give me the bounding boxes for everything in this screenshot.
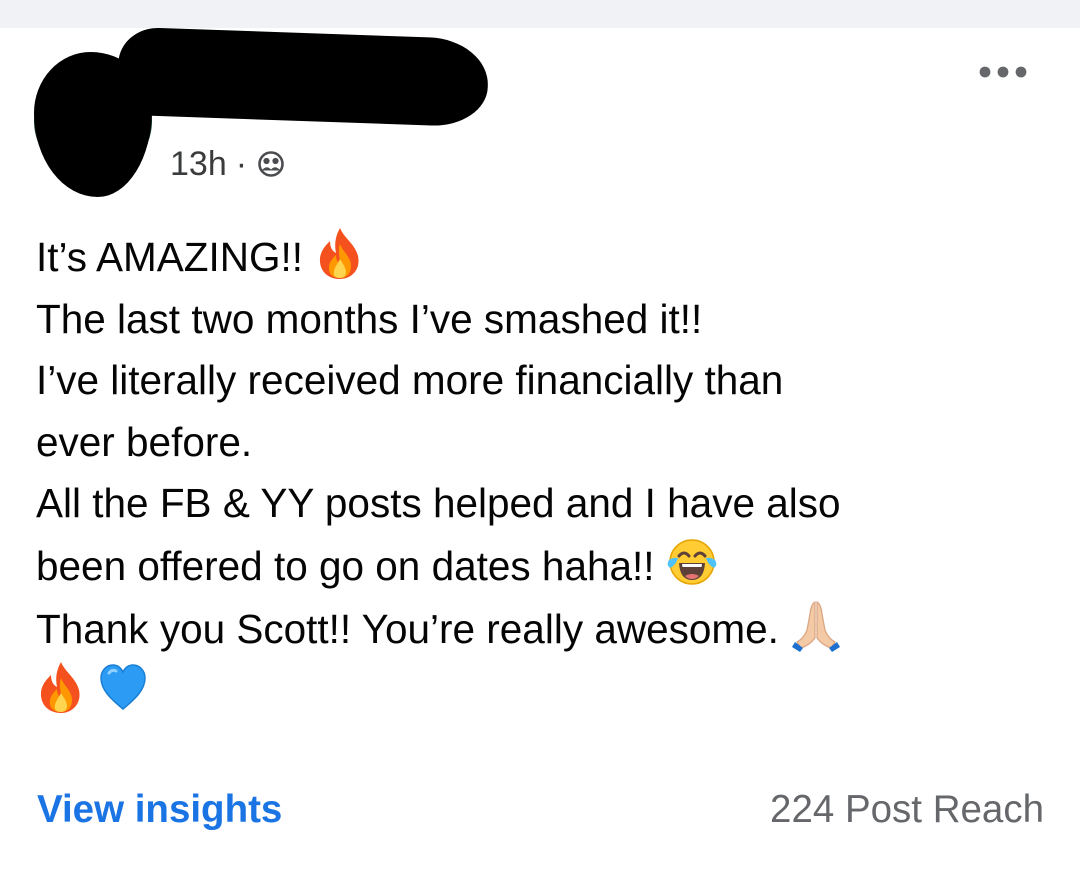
tears-of-joy-emoji <box>667 535 717 589</box>
post-meta: 13h · <box>170 142 285 186</box>
post-text: It’s AMAZING!! The last two months I’ve … <box>36 226 1046 723</box>
more-horizontal-icon <box>979 66 1027 78</box>
post-emoji-row <box>36 660 1046 723</box>
view-insights-link[interactable]: View insights <box>37 788 282 832</box>
post-line: ever before. <box>36 418 253 465</box>
post-time[interactable]: 13h <box>170 145 227 184</box>
meta-separator: · <box>235 144 248 183</box>
post-line: All the FB & YY posts helped and I have … <box>36 480 841 527</box>
friends-icon[interactable] <box>257 150 285 178</box>
author-name-redaction <box>116 26 490 128</box>
more-options-button[interactable] <box>972 54 1034 90</box>
post-reach-count: 224 Post Reach <box>770 788 1044 831</box>
post-card: 13h · It’s AMAZING!! The last two months… <box>0 26 1080 870</box>
post-line: It’s AMAZING!! <box>36 226 1046 289</box>
post-line: been offered to go on dates haha!! <box>36 535 1046 598</box>
post-line-text: Thank you Scott!! You’re really awesome. <box>36 605 779 652</box>
post-line-text: been offered to go on dates haha!! <box>36 542 655 589</box>
fire-emoji <box>315 226 365 280</box>
post-line: The last two months I’ve smashed it!! <box>36 295 703 342</box>
post-header: 13h · <box>0 26 1080 197</box>
post-line: I’ve literally received more financially… <box>36 357 784 404</box>
post-line-text: It’s AMAZING!! <box>36 234 304 280</box>
fire-emoji <box>36 660 86 714</box>
post-line: Thank you Scott!! You’re really awesome. <box>36 598 1046 661</box>
folded-hands-emoji <box>791 598 841 652</box>
blue-heart-emoji <box>98 660 148 714</box>
